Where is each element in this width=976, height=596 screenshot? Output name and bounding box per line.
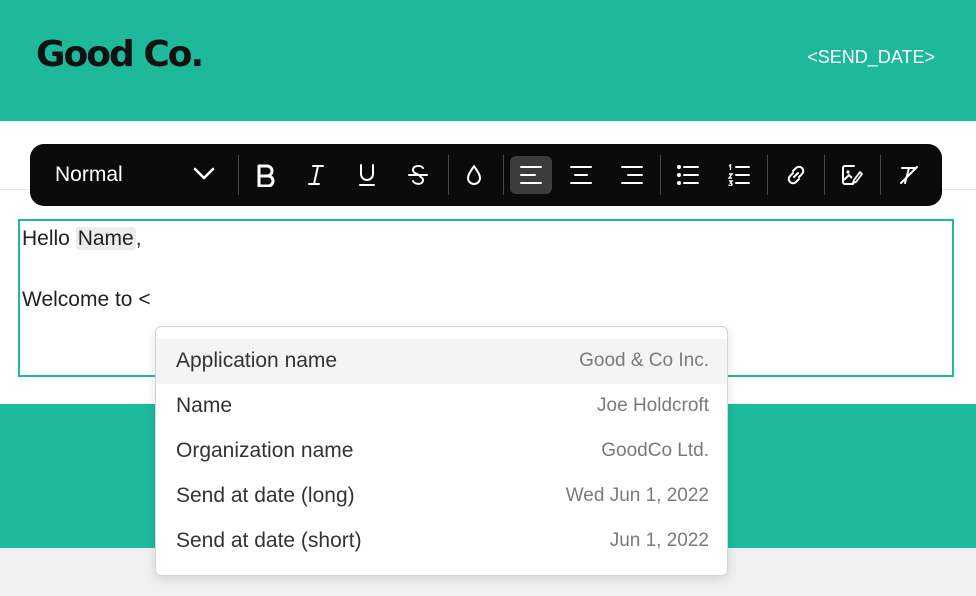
numbered-list-button[interactable] xyxy=(718,156,760,194)
send-date-placeholder[interactable]: <SEND_DATE> xyxy=(807,47,935,68)
suggestion-label: Send at date (long) xyxy=(176,484,355,507)
bulleted-list-button[interactable] xyxy=(667,156,709,194)
suggestion-value: Wed Jun 1, 2022 xyxy=(565,485,709,506)
suggestion-application-name[interactable]: Application name Good & Co Inc. xyxy=(156,339,727,384)
greeting-comma: , xyxy=(135,227,142,250)
suggestion-label: Organization name xyxy=(176,439,354,462)
suggestion-send-date-short[interactable]: Send at date (short) Jun 1, 2022 xyxy=(156,519,727,564)
text-color-button[interactable] xyxy=(453,156,495,194)
chevron-down-icon xyxy=(193,163,215,187)
clear-formatting-icon xyxy=(897,163,921,187)
toolbar-separator xyxy=(660,155,661,195)
suggestion-label: Name xyxy=(176,394,233,417)
suggestion-value: GoodCo Ltd. xyxy=(601,440,709,461)
strikethrough-icon xyxy=(406,163,430,187)
align-center-icon xyxy=(569,164,593,186)
toolbar-separator xyxy=(503,155,504,195)
align-right-button[interactable] xyxy=(611,156,653,194)
italic-button[interactable] xyxy=(295,156,337,194)
toolbar-separator xyxy=(448,155,449,195)
suggestion-value: Joe Holdcroft xyxy=(597,395,709,416)
bulleted-list-icon xyxy=(676,164,700,186)
formatting-toolbar: Normal xyxy=(30,144,942,206)
suggestion-value: Jun 1, 2022 xyxy=(609,530,709,551)
suggestion-organization-name[interactable]: Organization name GoodCo Ltd. xyxy=(156,429,727,474)
merge-tag-suggestions: Application name Good & Co Inc. Name Joe… xyxy=(155,326,728,576)
droplet-icon xyxy=(464,163,484,187)
strikethrough-button[interactable] xyxy=(397,156,439,194)
bold-icon xyxy=(255,163,277,187)
link-icon xyxy=(784,163,808,187)
underline-icon xyxy=(356,163,378,187)
underline-button[interactable] xyxy=(346,156,388,194)
image-edit-icon xyxy=(840,163,864,187)
suggestion-send-date-long[interactable]: Send at date (long) Wed Jun 1, 2022 xyxy=(156,474,727,519)
greeting-text: Hello xyxy=(22,227,76,250)
toolbar-separator xyxy=(767,155,768,195)
align-right-icon xyxy=(620,164,644,186)
toolbar-separator xyxy=(824,155,825,195)
suggestion-label: Application name xyxy=(176,349,338,372)
name-merge-tag[interactable]: Name xyxy=(75,227,136,250)
bold-button[interactable] xyxy=(245,156,287,194)
align-left-icon xyxy=(519,164,543,186)
logo: Good Co. xyxy=(36,34,204,75)
numbered-list-icon xyxy=(727,164,751,186)
toolbar-separator xyxy=(238,155,239,195)
editor-line-greeting: Hello Name, xyxy=(22,227,142,251)
link-button[interactable] xyxy=(775,156,817,194)
text-style-value: Normal xyxy=(55,163,123,186)
image-edit-button[interactable] xyxy=(831,156,873,194)
suggestion-value: Good & Co Inc. xyxy=(579,350,709,371)
clear-formatting-button[interactable] xyxy=(888,156,930,194)
suggestion-label: Send at date (short) xyxy=(176,529,362,552)
italic-icon xyxy=(305,163,327,187)
suggestion-name[interactable]: Name Joe Holdcroft xyxy=(156,384,727,429)
editor-line-welcome: Welcome to < xyxy=(22,288,151,311)
align-center-button[interactable] xyxy=(560,156,602,194)
align-left-button[interactable] xyxy=(510,156,552,194)
email-header: Good Co. <SEND_DATE> xyxy=(0,0,976,121)
text-style-select[interactable]: Normal xyxy=(55,144,215,206)
toolbar-separator xyxy=(880,155,881,195)
